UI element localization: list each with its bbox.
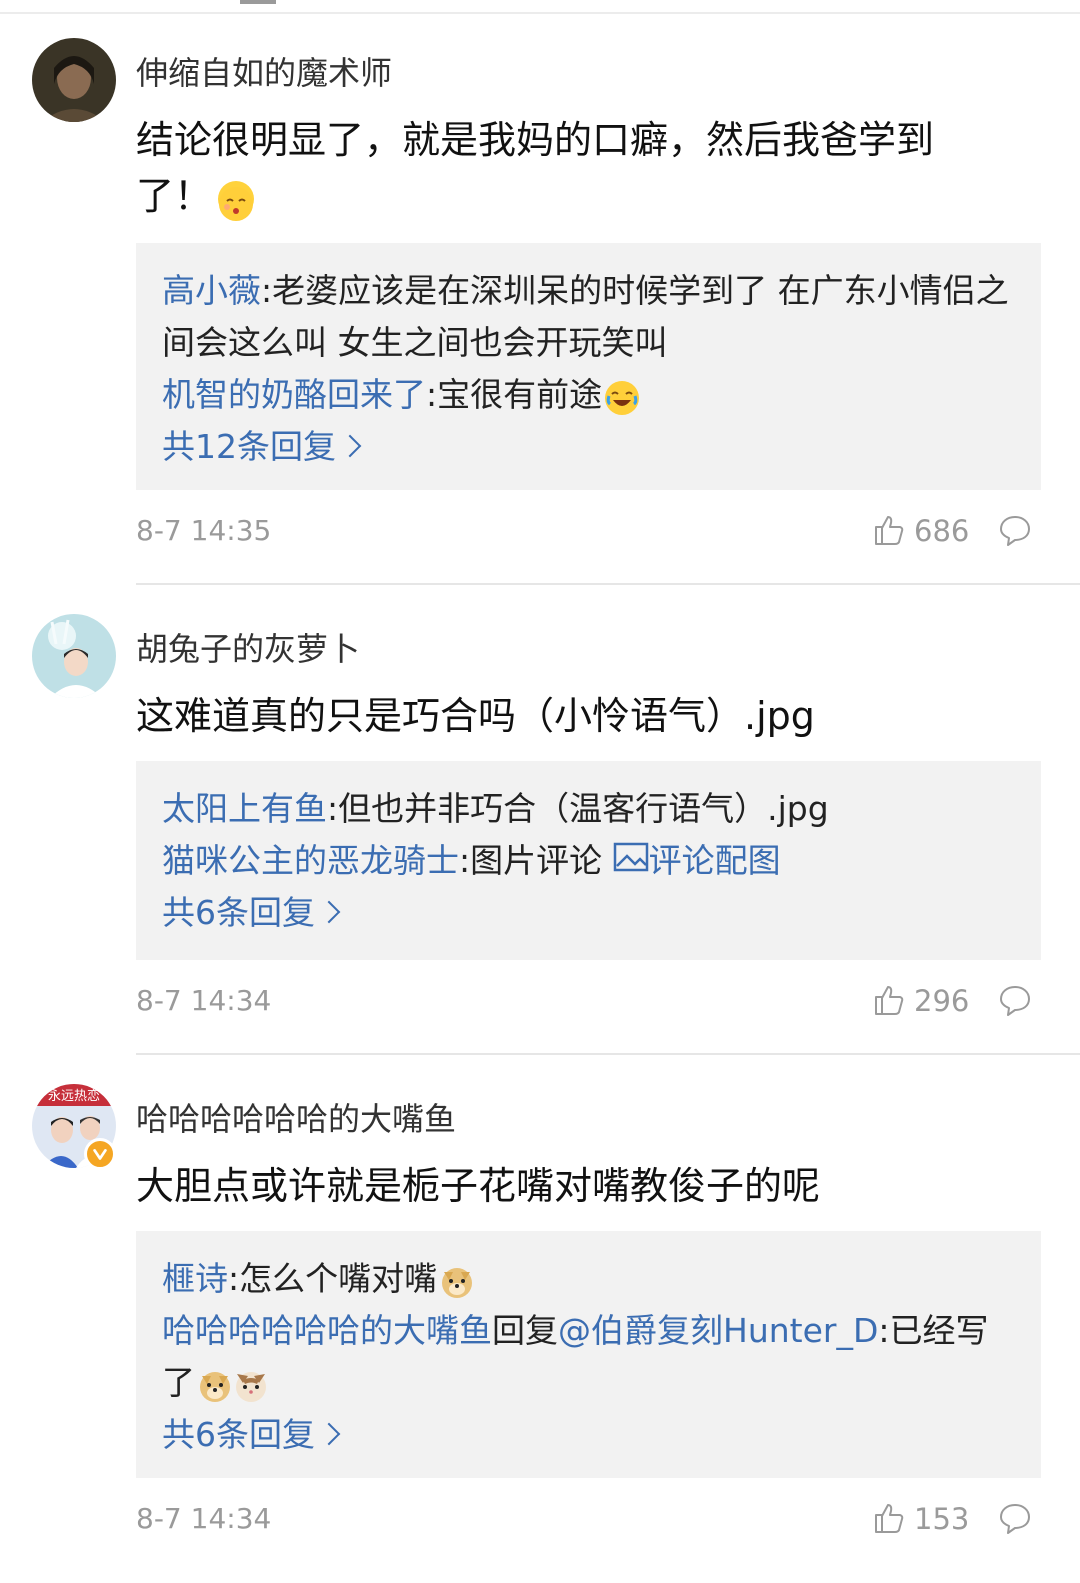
reply-preview-box[interactable]: 榧诗:怎么个嘴对嘴 哈哈哈哈哈哈的大嘴鱼回复@伯爵复刻Hunter_D:已经写了… [136,1231,1041,1478]
reply-line: 哈哈哈哈哈哈的大嘴鱼回复@伯爵复刻Hunter_D:已经写了 [162,1311,989,1403]
tab-indicator [240,0,276,4]
timestamp: 8-7 14:34 [136,984,272,1017]
more-replies-link[interactable]: 共6条回复 [162,887,1015,939]
chevron-right-icon [338,434,362,458]
like-count: 686 [914,514,970,548]
comment-bubble-icon[interactable] [998,1501,1032,1535]
chevron-right-icon [317,900,341,924]
reply-username[interactable]: 猫咪公主的恶龙骑士 [162,841,459,880]
reply-preview-box[interactable]: 高小薇:老婆应该是在深圳呆的时候学到了 在广东小情侣之间会这么叫 女生之间也会开… [136,243,1041,490]
username[interactable]: 胡兔子的灰萝卜 [136,624,360,670]
divider [136,583,1080,585]
more-replies-link[interactable]: 共12条回复 [162,421,1015,473]
avatar-text: 永远热恋 [48,1088,100,1104]
verified-badge-icon [84,1138,116,1170]
comment-text: 这难道真的只是巧合吗（小怜语气）.jpg [136,694,815,738]
thumbs-up-icon[interactable] [872,983,906,1017]
avatar[interactable] [32,614,116,698]
image-comment-link[interactable]: 评论配图 [613,841,781,880]
like-count: 296 [914,984,970,1018]
comment-text: 大胆点或许就是栀子花嘴对嘴教俊子的呢 [136,1164,821,1208]
timestamp: 8-7 14:34 [136,1502,272,1535]
reply-line: 榧诗:怎么个嘴对嘴 [162,1253,1015,1305]
comment-meta: 8-7 14:34 153 [136,1499,1036,1539]
laugh-cry-emoji [604,379,640,415]
username[interactable]: 哈哈哈哈哈哈的大嘴鱼 [136,1094,456,1140]
avatar[interactable] [32,38,116,122]
reply-line: 机智的奶酪回来了:宝很有前途 [162,369,1015,421]
reply-username[interactable]: 榧诗 [162,1259,228,1298]
reply-username[interactable]: 高小薇 [162,271,261,310]
timestamp: 8-7 14:35 [136,514,272,547]
comment-bubble-icon[interactable] [998,513,1032,547]
reply-line: 猫咪公主的恶龙骑士:图片评论 评论配图 [162,841,781,880]
like-count: 153 [914,1502,970,1536]
top-tab-bar [0,0,1080,14]
reply-username[interactable]: 哈哈哈哈哈哈的大嘴鱼 [162,1311,492,1350]
cat-emoji [233,1367,269,1403]
image-icon [613,842,648,872]
reply-line: 太阳上有鱼:但也并非巧合（温客行语气）.jpg [162,789,829,828]
thumbs-up-icon[interactable] [872,1501,906,1535]
doge-emoji [197,1367,233,1403]
reply-username[interactable]: 太阳上有鱼 [162,789,327,828]
comment-bubble-icon[interactable] [998,983,1032,1017]
doge-emoji [439,1263,475,1299]
reply-username[interactable]: 机智的奶酪回来了 [162,375,426,414]
kiss-emoji [218,180,255,221]
comment-text: 结论很明显了，就是我妈的口癖，然后我爸学到了！ [136,112,1006,224]
thumbs-up-icon[interactable] [872,513,906,547]
divider [136,1053,1080,1055]
reply-preview-box[interactable]: 太阳上有鱼:但也并非巧合（温客行语气）.jpg 猫咪公主的恶龙骑士:图片评论 评… [136,761,1041,960]
username[interactable]: 伸缩自如的魔术师 [136,48,392,94]
mention-link[interactable]: @伯爵复刻Hunter_D [558,1311,878,1350]
chevron-right-icon [317,1422,341,1446]
reply-line: 高小薇:老婆应该是在深圳呆的时候学到了 在广东小情侣之间会这么叫 女生之间也会开… [162,271,1009,362]
more-replies-link[interactable]: 共6条回复 [162,1409,1015,1461]
comment-meta: 8-7 14:34 296 [136,981,1036,1021]
comment-meta: 8-7 14:35 686 [136,511,1036,551]
